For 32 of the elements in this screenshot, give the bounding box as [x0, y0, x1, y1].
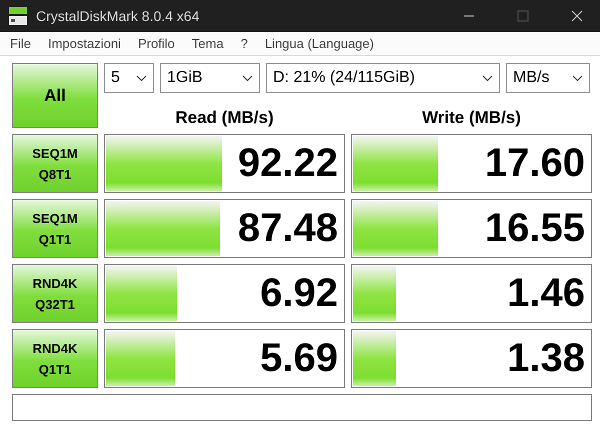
result-value: 5.69 [260, 336, 338, 381]
result-value: 92.22 [238, 141, 338, 186]
dropdown[interactable]: MB/s [506, 63, 590, 93]
menu-item[interactable]: Lingua (Language) [264, 36, 374, 51]
chevron-icon [482, 74, 493, 82]
menu-item[interactable]: Profilo [138, 36, 175, 51]
column-header: Write (MB/s) [421, 108, 522, 128]
chevron-icon [572, 74, 583, 82]
result-value: 87.48 [238, 206, 338, 251]
dropdown[interactable]: 1GiB [160, 63, 260, 93]
result-value: 1.46 [507, 271, 585, 316]
chevron-icon [136, 74, 147, 82]
test-button[interactable]: RND4K Q32T1 [12, 264, 98, 323]
test-button[interactable]: RND4K Q1T1 [12, 329, 98, 388]
menu-item[interactable]: File [10, 36, 31, 51]
dropdown[interactable]: 5 [104, 63, 154, 93]
menu-item[interactable]: ? [240, 36, 248, 51]
menu-item[interactable]: Impostazioni [48, 36, 121, 51]
test-button[interactable]: SEQ1M Q1T1 [12, 199, 98, 258]
menu-item[interactable]: Tema [192, 36, 224, 51]
result-value: 17.60 [484, 141, 585, 186]
result-value: 16.55 [484, 206, 585, 251]
dropdown[interactable]: D: 21% (24/115GiB) [266, 63, 500, 93]
all-button[interactable]: All [12, 63, 98, 128]
test-button[interactable]: SEQ1M Q8T1 [12, 134, 98, 193]
chevron-icon [242, 74, 253, 82]
disk-icon [8, 5, 28, 27]
result-value: 1.38 [507, 336, 585, 381]
comment-field[interactable] [12, 394, 592, 421]
result-value: 6.92 [260, 271, 338, 316]
window-title: CrystalDiskMark 8.0.4 x64 [36, 8, 200, 24]
column-header: Read (MB/s) [174, 108, 275, 128]
